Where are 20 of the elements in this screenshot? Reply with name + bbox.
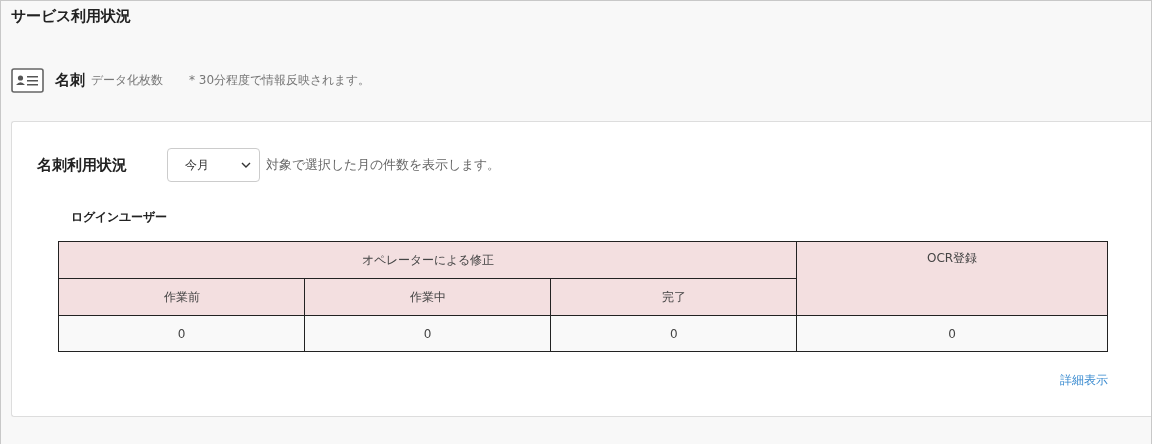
table-header: OCR登録 [796, 241, 1108, 316]
table-header: 作業中 [304, 278, 551, 316]
table-header: 作業前 [58, 278, 305, 316]
table-cell: 0 [58, 315, 305, 352]
service-label: データ化枚数 [91, 71, 163, 89]
details-link[interactable]: 詳細表示 [1060, 372, 1108, 389]
table-cell: 0 [550, 315, 797, 352]
description: 対象で選択した月の件数を表示します。 [266, 156, 500, 174]
table-header: オペレーターによる修正 [58, 241, 797, 279]
chevron-down-icon [241, 162, 251, 168]
table-cell: 0 [796, 315, 1108, 352]
period-select[interactable]: 今月 [167, 148, 260, 182]
contact-card-icon [11, 67, 44, 93]
page-title: サービス利用状況 [11, 6, 132, 27]
card-title: 名刺利用状況 [37, 155, 128, 175]
section-title: ログインユーザー [71, 209, 168, 226]
service-name: 名刺 [55, 70, 85, 90]
table-header: 完了 [550, 278, 797, 316]
update-note: * 30分程度で情報反映されます。 [189, 71, 371, 89]
table-cell: 0 [304, 315, 551, 352]
